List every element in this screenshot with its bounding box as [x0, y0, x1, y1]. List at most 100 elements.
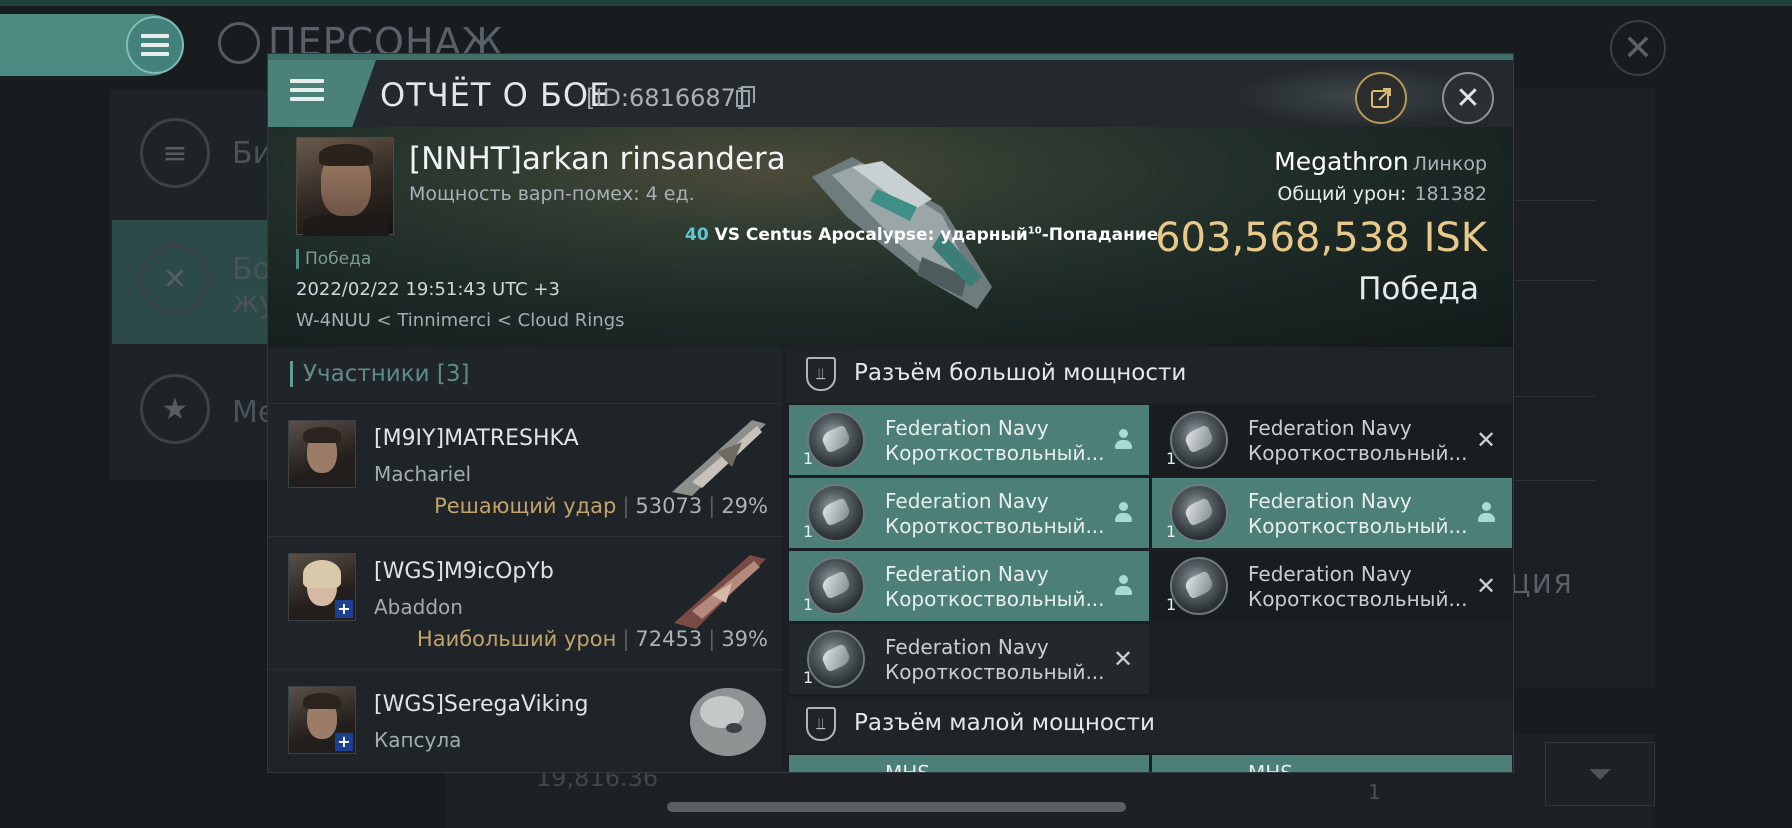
module-qty: 1 [1166, 449, 1177, 468]
module-icon [807, 411, 865, 469]
module-slot[interactable]: 1 Federation Navy Короткоствольный... [789, 405, 1149, 475]
character-icon [218, 22, 260, 64]
share-icon [1371, 88, 1391, 108]
module-name-line2: Короткоствольный... [885, 514, 1105, 538]
participants-header: Участники [3] [268, 347, 782, 404]
participants-panel: Участники [3] [M9IY]MATRESHKA Machariel … [268, 347, 782, 772]
module-name-line1: Federation Navy [1248, 489, 1412, 513]
participant-row[interactable]: + [WGS]SeregaViking Капсула [268, 670, 782, 772]
fitting-panel: ⫫ Разъём большой мощности 1 Federation N… [786, 347, 1513, 772]
result-label: Победа [1358, 271, 1479, 307]
ship-name: Megathron [1274, 147, 1409, 176]
participant-damage: 72453 [635, 627, 703, 651]
corp-plus-icon: + [335, 600, 353, 618]
victim-banner: [NNHT]arkan rinsandera Мощность варп-пом… [268, 127, 1513, 347]
module-name-line1: Federation Navy [885, 635, 1049, 659]
dialog-header: ОТЧЁТ О БОЕ [ID:6816687] ✕ [268, 60, 1513, 127]
filter-button[interactable]: ⏷ [1545, 742, 1655, 806]
participant-percent: 29% [721, 494, 768, 518]
module-name-line2: Короткоствольный... [1248, 441, 1468, 465]
module-qty: 1 [803, 522, 814, 541]
module-slot[interactable]: MHS [1152, 755, 1512, 772]
close-button[interactable]: ✕ [1442, 72, 1494, 124]
result-label-small: Победа [296, 249, 371, 269]
menu-icon [290, 79, 324, 101]
bg-close-button[interactable]: ✕ [1610, 20, 1666, 76]
module-slot[interactable]: 1 Federation Navy Короткоствольный... ✕ [789, 624, 1149, 694]
participant-percent: 39% [721, 627, 768, 651]
participant-name: [WGS]M9icOpYb [374, 559, 554, 584]
destroyed-icon: ✕ [1113, 645, 1134, 673]
participant-ship-image [690, 688, 766, 756]
participant-ship-image [674, 555, 766, 629]
participant-tag: Решающий удар [434, 494, 617, 518]
module-name-line1: Federation Navy [885, 416, 1049, 440]
module-slot[interactable]: 1 Federation Navy Короткоствольный... [789, 478, 1149, 548]
low-slot-title: Разъём малой мощности [854, 710, 1155, 736]
low-slot-header: ⫫ Разъём малой мощности [786, 697, 1513, 753]
module-name-line1: Federation Navy [1248, 562, 1412, 586]
victim-name[interactable]: [NNHT]arkan rinsandera [409, 141, 786, 177]
dialog-title: ОТЧЁТ О БОЕ [380, 76, 611, 114]
combat-report-dialog: ОТЧЁТ О БОЕ [ID:6816687] ✕ [NNHT]arkan r… [267, 53, 1514, 773]
module-icon [1170, 484, 1228, 542]
participant-tag: Наибольший урон [416, 627, 617, 651]
bg-menu-button[interactable] [126, 16, 184, 74]
participant-row[interactable]: + [WGS]M9icOpYb Abaddon Наибольший урон |… [268, 537, 782, 670]
participant-ship: Капсула [374, 728, 462, 752]
vs-suffix: -Попадание [1041, 225, 1159, 245]
report-id: [ID:6816687] [586, 84, 746, 112]
module-qty: 1 [803, 449, 814, 468]
module-name-line2: Короткоствольный... [1248, 514, 1468, 538]
ship-type: Megathron Линкор [1274, 147, 1487, 176]
module-name-line2: Короткоствольный... [1248, 587, 1468, 611]
high-slot-icon: ⫫ [806, 357, 836, 391]
pilot-icon [1113, 575, 1133, 597]
module-icon [807, 484, 865, 542]
kill-location[interactable]: W-4NUU < Tinnimerci < Cloud Rings [296, 310, 625, 331]
total-damage-label: Общий урон: [1277, 183, 1407, 205]
warp-strength: Мощность варп-помех: 4 ед. [409, 183, 695, 205]
victim-portrait[interactable] [296, 137, 394, 236]
module-icon [1170, 411, 1228, 469]
participant-ship: Abaddon [374, 595, 463, 619]
module-name-line2: Короткоствольный... [885, 660, 1105, 684]
participant-name: [WGS]SeregaViking [374, 692, 589, 717]
share-button[interactable] [1355, 72, 1407, 124]
total-damage-value: 181382 [1414, 183, 1487, 205]
module-slot[interactable]: MHS [789, 755, 1149, 772]
pilot-icon [1476, 502, 1496, 524]
bg-swords-icon[interactable]: ✕ [140, 244, 210, 314]
destroyed-icon: ✕ [1476, 572, 1497, 600]
module-slot[interactable]: 1 Federation Navy Короткоствольный... ✕ [1152, 551, 1512, 621]
close-icon: ✕ [1455, 80, 1481, 116]
kill-datetime: 2022/02/22 19:51:43 UTC +3 [296, 279, 560, 300]
participant-damage: 53073 [635, 494, 703, 518]
module-slot[interactable]: 1 Federation Navy Короткоствольный... ✕ [1152, 405, 1512, 475]
filter-icon: ⏷ [1588, 756, 1612, 792]
module-name-line1: Federation Navy [885, 562, 1049, 586]
participant-ship-image [672, 420, 766, 496]
copy-icon[interactable] [736, 86, 755, 107]
module-slot[interactable]: 1 Federation Navy Короткоствольный... [789, 551, 1149, 621]
module-name-line2: Короткоствольный... [885, 441, 1105, 465]
vs-sup: 10 [1027, 225, 1042, 237]
menu-icon [141, 34, 169, 56]
home-indicator[interactable] [667, 802, 1126, 812]
module-icon [807, 630, 865, 688]
close-icon: ✕ [1622, 27, 1654, 69]
participant-ship: Machariel [374, 462, 472, 486]
module-slot[interactable]: 1 Federation Navy Короткоствольный... [1152, 478, 1512, 548]
module-qty: 1 [1166, 522, 1177, 541]
high-slot-header: ⫫ Разъём большой мощности [786, 347, 1513, 403]
bg-bottom-count: 1 [1368, 780, 1381, 804]
bg-star-icon[interactable]: ★ [140, 374, 210, 444]
pilot-icon [1113, 429, 1133, 451]
bg-list-icon[interactable]: ≡ [140, 118, 210, 188]
module-icon [807, 557, 865, 615]
module-icon [1170, 557, 1228, 615]
pilot-icon [1113, 502, 1133, 524]
participant-name: [M9IY]MATRESHKA [374, 426, 579, 451]
participant-row[interactable]: [M9IY]MATRESHKA Machariel Решающий удар |… [268, 404, 782, 537]
module-name-line1: Federation Navy [885, 489, 1049, 513]
